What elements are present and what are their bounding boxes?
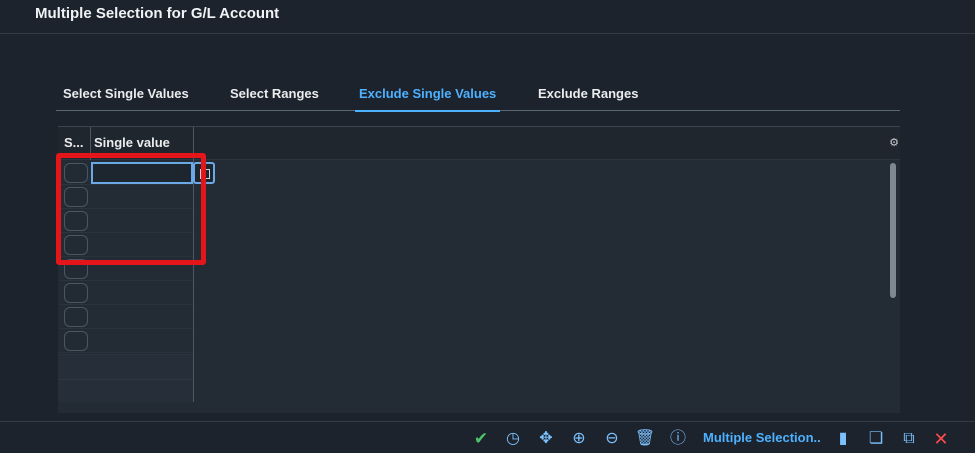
- table-row: [58, 329, 193, 353]
- move-icon[interactable]: ✥: [535, 428, 557, 450]
- vertical-scrollbar[interactable]: [890, 163, 896, 298]
- import-icon[interactable]: ⧉: [898, 428, 920, 450]
- info-icon[interactable]: ⓘ: [667, 428, 689, 450]
- annotation-highlight-box: [56, 153, 206, 265]
- tab-bar: Select Single Values Select Ranges Exclu…: [56, 86, 900, 112]
- row-selector[interactable]: [64, 307, 88, 327]
- tab-select-single-values[interactable]: Select Single Values: [63, 86, 189, 111]
- remove-icon[interactable]: ⊖: [601, 428, 623, 450]
- close-icon[interactable]: ✕: [930, 428, 952, 450]
- single-value-input[interactable]: [91, 282, 193, 304]
- add-icon[interactable]: ⊕: [568, 428, 590, 450]
- row-selector[interactable]: [64, 331, 88, 351]
- check-icon[interactable]: ✔: [470, 428, 492, 450]
- empty-table-area: [58, 354, 193, 402]
- table-settings-icon[interactable]: ⚙: [888, 137, 900, 149]
- multiple-selection-dialog: Multiple Selection for G/L Account Selec…: [0, 0, 975, 453]
- table-row: [58, 281, 193, 305]
- table-row: [58, 305, 193, 329]
- paste-icon[interactable]: ❏: [865, 428, 887, 450]
- clock-icon[interactable]: ◷: [502, 428, 524, 450]
- tab-exclude-single-values[interactable]: Exclude Single Values: [354, 86, 501, 112]
- footer-divider: [0, 421, 975, 422]
- tab-exclude-ranges[interactable]: Exclude Ranges: [538, 86, 638, 111]
- single-value-input[interactable]: [91, 306, 193, 328]
- dialog-title: Multiple Selection for G/L Account: [35, 5, 280, 22]
- comment-icon[interactable]: ▮: [832, 428, 854, 450]
- row-selector[interactable]: [64, 283, 88, 303]
- delete-icon[interactable]: 🗑: [634, 428, 656, 450]
- single-value-input[interactable]: [91, 330, 193, 352]
- title-divider: [0, 33, 975, 34]
- tab-select-ranges[interactable]: Select Ranges: [230, 86, 319, 111]
- multiple-selection-button[interactable]: Multiple Selection..: [703, 430, 821, 445]
